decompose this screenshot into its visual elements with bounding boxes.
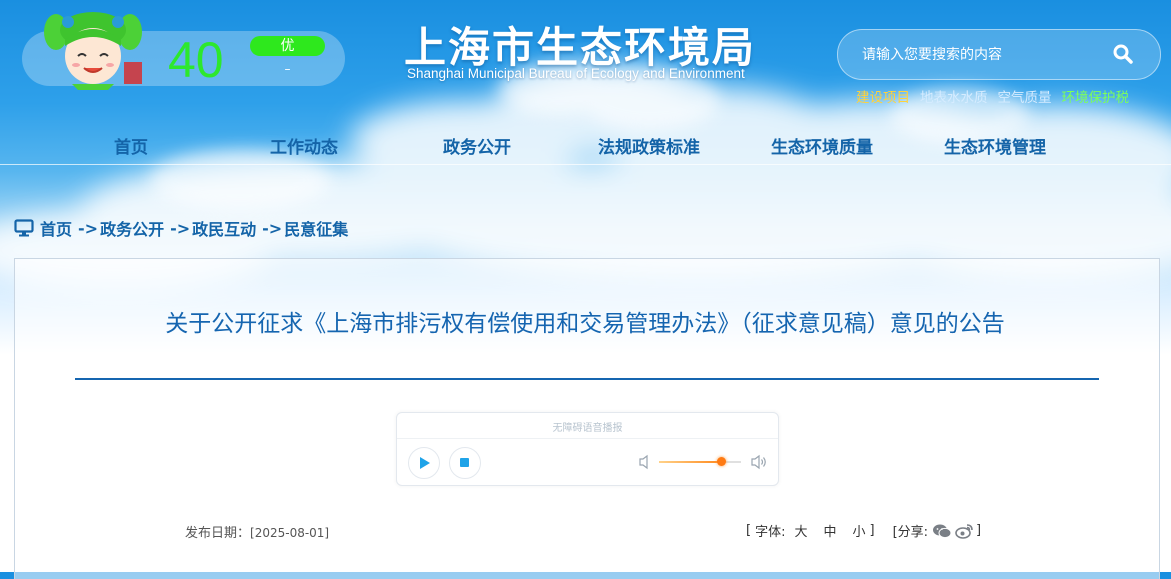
weibo-icon[interactable]: [955, 523, 975, 539]
volume-high-icon[interactable]: [750, 453, 768, 471]
title-divider: [75, 378, 1099, 380]
site-subtitle: Shanghai Municipal Bureau of Ecology and…: [407, 66, 745, 81]
article-tools: [ 字体: 大 中 小 ] [分享: ]: [746, 521, 981, 540]
volume-knob[interactable]: [716, 457, 726, 466]
aqi-subtext: –: [284, 62, 291, 76]
article-title: 关于公开征求《上海市排污权有偿使用和交易管理办法》（征求意见稿）意见的公告: [165, 311, 1005, 337]
share-close-bracket: ]: [976, 523, 982, 538]
breadcrumb-interaction[interactable]: 政民互动: [192, 216, 256, 240]
font-size-large[interactable]: 大: [794, 521, 807, 540]
font-size-medium[interactable]: 中: [823, 521, 836, 540]
breadcrumb-separator: ->: [170, 218, 191, 238]
monitor-icon: [14, 219, 34, 237]
audio-player-label: 无障碍语音播报: [552, 423, 623, 434]
quick-links: 建设项目 地表水水质 空气质量 环境保护税: [856, 86, 1129, 106]
quick-link-construction[interactable]: 建设项目: [856, 86, 910, 106]
font-size-open-bracket: [: [746, 523, 752, 538]
nav-item-home[interactable]: 首页: [114, 133, 148, 158]
stop-icon: [460, 458, 469, 467]
nav-divider: [0, 164, 1171, 165]
nav-item-eco-management[interactable]: 生态环境管理: [944, 133, 1046, 158]
mascot-logo: [44, 12, 142, 90]
publish-date-label: 发布日期：: [185, 526, 251, 541]
font-size-small[interactable]: 小: [853, 521, 866, 540]
quick-link-surface-water[interactable]: 地表水水质: [920, 86, 988, 106]
search-icon[interactable]: [1113, 44, 1133, 64]
audio-player-divider: [397, 438, 778, 439]
breadcrumb-opinion-collection[interactable]: 民意征集: [284, 216, 348, 240]
nav-item-eco-quality[interactable]: 生态环境质量: [771, 133, 873, 158]
nav-item-work-news[interactable]: 工作动态: [270, 133, 338, 158]
quick-link-env-tax[interactable]: 环境保护税: [1062, 86, 1130, 106]
search-box: [837, 29, 1161, 80]
publish-date-value: [2025-08-01]: [250, 526, 330, 540]
aqi-level-badge: 优: [250, 36, 325, 56]
aqi-value: 40: [168, 32, 224, 88]
audio-player: 无障碍语音播报: [396, 412, 779, 486]
wechat-icon[interactable]: [932, 523, 952, 539]
play-icon: [420, 457, 430, 469]
breadcrumb-gov-affairs[interactable]: 政务公开: [100, 216, 164, 240]
nav-item-gov-affairs[interactable]: 政务公开: [443, 133, 511, 158]
main-nav: 首页 工作动态 政务公开 法规政策标准 生态环境质量 生态环境管理: [0, 120, 1171, 164]
volume-fill: [659, 461, 721, 463]
font-size-close-bracket: ]: [869, 523, 875, 538]
breadcrumb-separator: ->: [262, 218, 283, 238]
volume-slider[interactable]: [659, 457, 741, 466]
breadcrumb-separator: ->: [78, 218, 99, 238]
volume-low-icon[interactable]: [638, 454, 652, 470]
search-input[interactable]: [860, 43, 1104, 67]
play-button[interactable]: [408, 447, 440, 479]
publish-date: 发布日期：[2025-08-01]: [185, 522, 329, 541]
nav-item-regulations[interactable]: 法规政策标准: [598, 133, 700, 158]
breadcrumb-home[interactable]: 首页: [40, 216, 72, 240]
share-label: [分享:: [892, 525, 929, 540]
stop-button[interactable]: [449, 447, 481, 479]
breadcrumb: 首页 -> 政务公开 -> 政民互动 -> 民意征集: [14, 216, 348, 240]
quick-link-air-quality[interactable]: 空气质量: [998, 86, 1052, 106]
font-size-label: 字体:: [755, 525, 786, 540]
